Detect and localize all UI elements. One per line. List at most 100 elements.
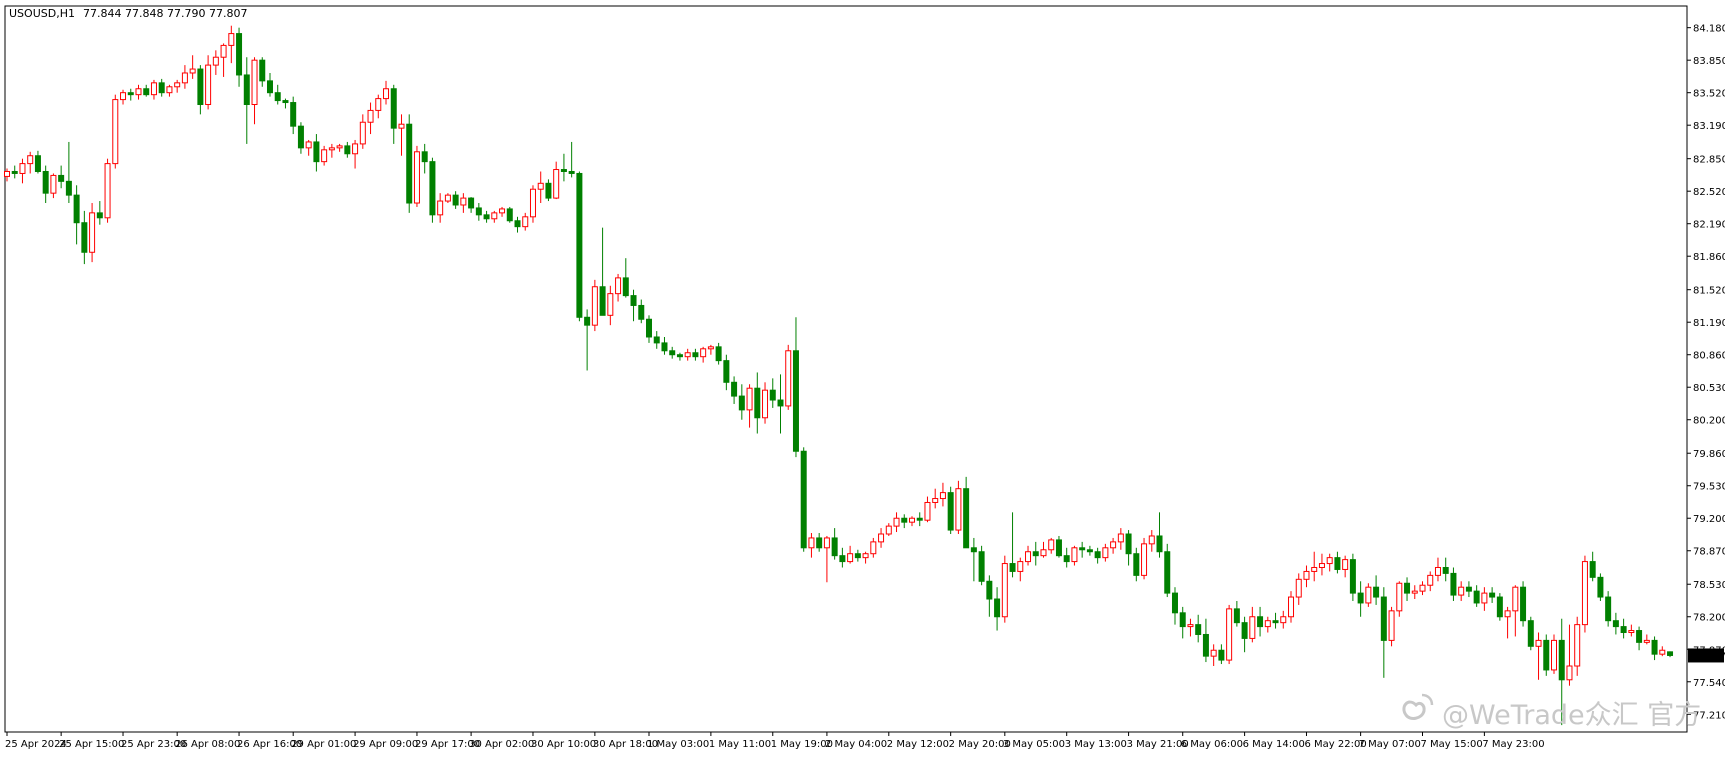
candle-body xyxy=(1388,610,1395,641)
current-price-tag: 77.807 xyxy=(1688,648,1725,663)
price-tick-label: 81.520 xyxy=(1693,286,1725,297)
candle-body xyxy=(1164,551,1171,594)
candle-body xyxy=(81,222,88,253)
candle-body xyxy=(50,174,57,194)
candle-body xyxy=(653,336,660,344)
chart-window[interactable]: 84.180 83.850 83.520 83.190 82.850 82.520 82.1… xyxy=(0,0,1725,756)
candle xyxy=(1496,593,1503,621)
candle-body xyxy=(622,277,629,297)
candle-body xyxy=(878,533,885,543)
candle-body xyxy=(1009,563,1016,572)
candle-body xyxy=(1380,596,1387,641)
candle-body xyxy=(615,277,622,295)
candle-body xyxy=(529,188,536,218)
price-tick-label: 80.860 xyxy=(1693,351,1725,362)
candle-body xyxy=(120,92,127,101)
candle-body xyxy=(344,145,351,155)
time-tick-label: 25 Apr 2024 xyxy=(5,739,67,750)
candle-body xyxy=(1094,551,1101,559)
candle xyxy=(1388,606,1395,647)
candle-body xyxy=(34,155,41,172)
candle-body xyxy=(1040,549,1047,557)
candle-body xyxy=(143,88,150,96)
candle-body xyxy=(800,450,807,549)
candle-body xyxy=(584,316,591,326)
candle-body xyxy=(553,169,560,199)
price-tick-label: 78.200 xyxy=(1693,613,1725,624)
candle-body xyxy=(537,182,544,190)
candle-body xyxy=(1427,574,1434,586)
candle-body xyxy=(738,395,745,411)
time-tick-label: 7 May 23:00 xyxy=(1482,739,1544,750)
candle-body xyxy=(1605,596,1612,622)
candle-body xyxy=(1589,561,1596,578)
candle-body xyxy=(1001,563,1008,618)
candle-body xyxy=(197,68,204,106)
watermark-text: @WeTrade众汇 官方 xyxy=(1442,700,1701,731)
candle-body xyxy=(73,194,80,224)
candle-body xyxy=(1566,665,1573,681)
candle-body xyxy=(1558,639,1565,681)
candle-body xyxy=(96,212,103,219)
candle-body xyxy=(274,92,281,102)
candle-body xyxy=(1465,586,1472,592)
candle-body xyxy=(1659,649,1666,655)
candle xyxy=(112,94,119,169)
candle-body xyxy=(421,151,428,163)
candle-body xyxy=(1628,630,1635,634)
candle xyxy=(800,447,807,552)
candle xyxy=(1164,543,1171,598)
candle-body xyxy=(181,72,188,84)
time-tick-label: 7 May 07:00 xyxy=(1359,739,1421,750)
candle-body xyxy=(638,304,645,320)
price-tick-label: 82.850 xyxy=(1693,155,1725,166)
candle-body xyxy=(104,163,111,219)
candle-body xyxy=(1504,610,1511,618)
candle-body xyxy=(1349,559,1356,594)
price-tick-label: 79.530 xyxy=(1693,482,1725,493)
price-tick-label: 79.860 xyxy=(1693,449,1725,460)
candle-body xyxy=(406,123,413,204)
candle-body xyxy=(885,525,892,535)
time-tick-label: 2 May 12:00 xyxy=(887,739,949,750)
candle-body xyxy=(599,286,606,316)
candle-body xyxy=(1651,639,1658,655)
time-tick-label: 1 May 11:00 xyxy=(709,739,771,750)
candle-body xyxy=(669,350,676,356)
candle-body xyxy=(1543,639,1550,671)
candle-body xyxy=(1419,584,1426,592)
time-tick-label: 26 Apr 08:00 xyxy=(175,739,240,750)
candle-body xyxy=(1125,533,1132,555)
candle-body xyxy=(1535,639,1542,647)
candle-body xyxy=(1667,651,1674,656)
candle-body xyxy=(1636,630,1643,643)
price-tick-label: 80.530 xyxy=(1693,383,1725,394)
price-tick-label: 83.850 xyxy=(1693,56,1725,67)
candle xyxy=(785,344,792,410)
candle-body xyxy=(707,346,714,350)
candle-body xyxy=(1334,557,1341,570)
candle-body xyxy=(290,102,297,127)
price-tick-label: 82.520 xyxy=(1693,187,1725,198)
candle xyxy=(1581,555,1588,633)
time-tick-label: 3 May 05:00 xyxy=(1003,739,1065,750)
candlestick-chart[interactable]: 84.180 83.850 83.520 83.190 82.850 82.520 82.1… xyxy=(0,0,1725,756)
candle-body xyxy=(444,194,451,202)
candle-body xyxy=(336,145,343,149)
candle-body xyxy=(4,170,10,177)
candle-body xyxy=(1512,586,1519,612)
candle-body xyxy=(1643,639,1650,643)
candle-body xyxy=(11,170,18,174)
candle-body xyxy=(568,170,575,174)
candle-body xyxy=(475,207,482,216)
price-tick-label: 82.190 xyxy=(1693,220,1725,231)
candle-body xyxy=(305,141,312,149)
candle-body xyxy=(220,44,227,58)
candle-body xyxy=(135,88,142,96)
candle-body xyxy=(1473,590,1480,604)
candle-body xyxy=(158,82,165,94)
candle-body xyxy=(932,498,939,503)
candle-body xyxy=(1357,592,1364,604)
candle-body xyxy=(970,547,977,553)
candle-body xyxy=(1612,620,1619,628)
